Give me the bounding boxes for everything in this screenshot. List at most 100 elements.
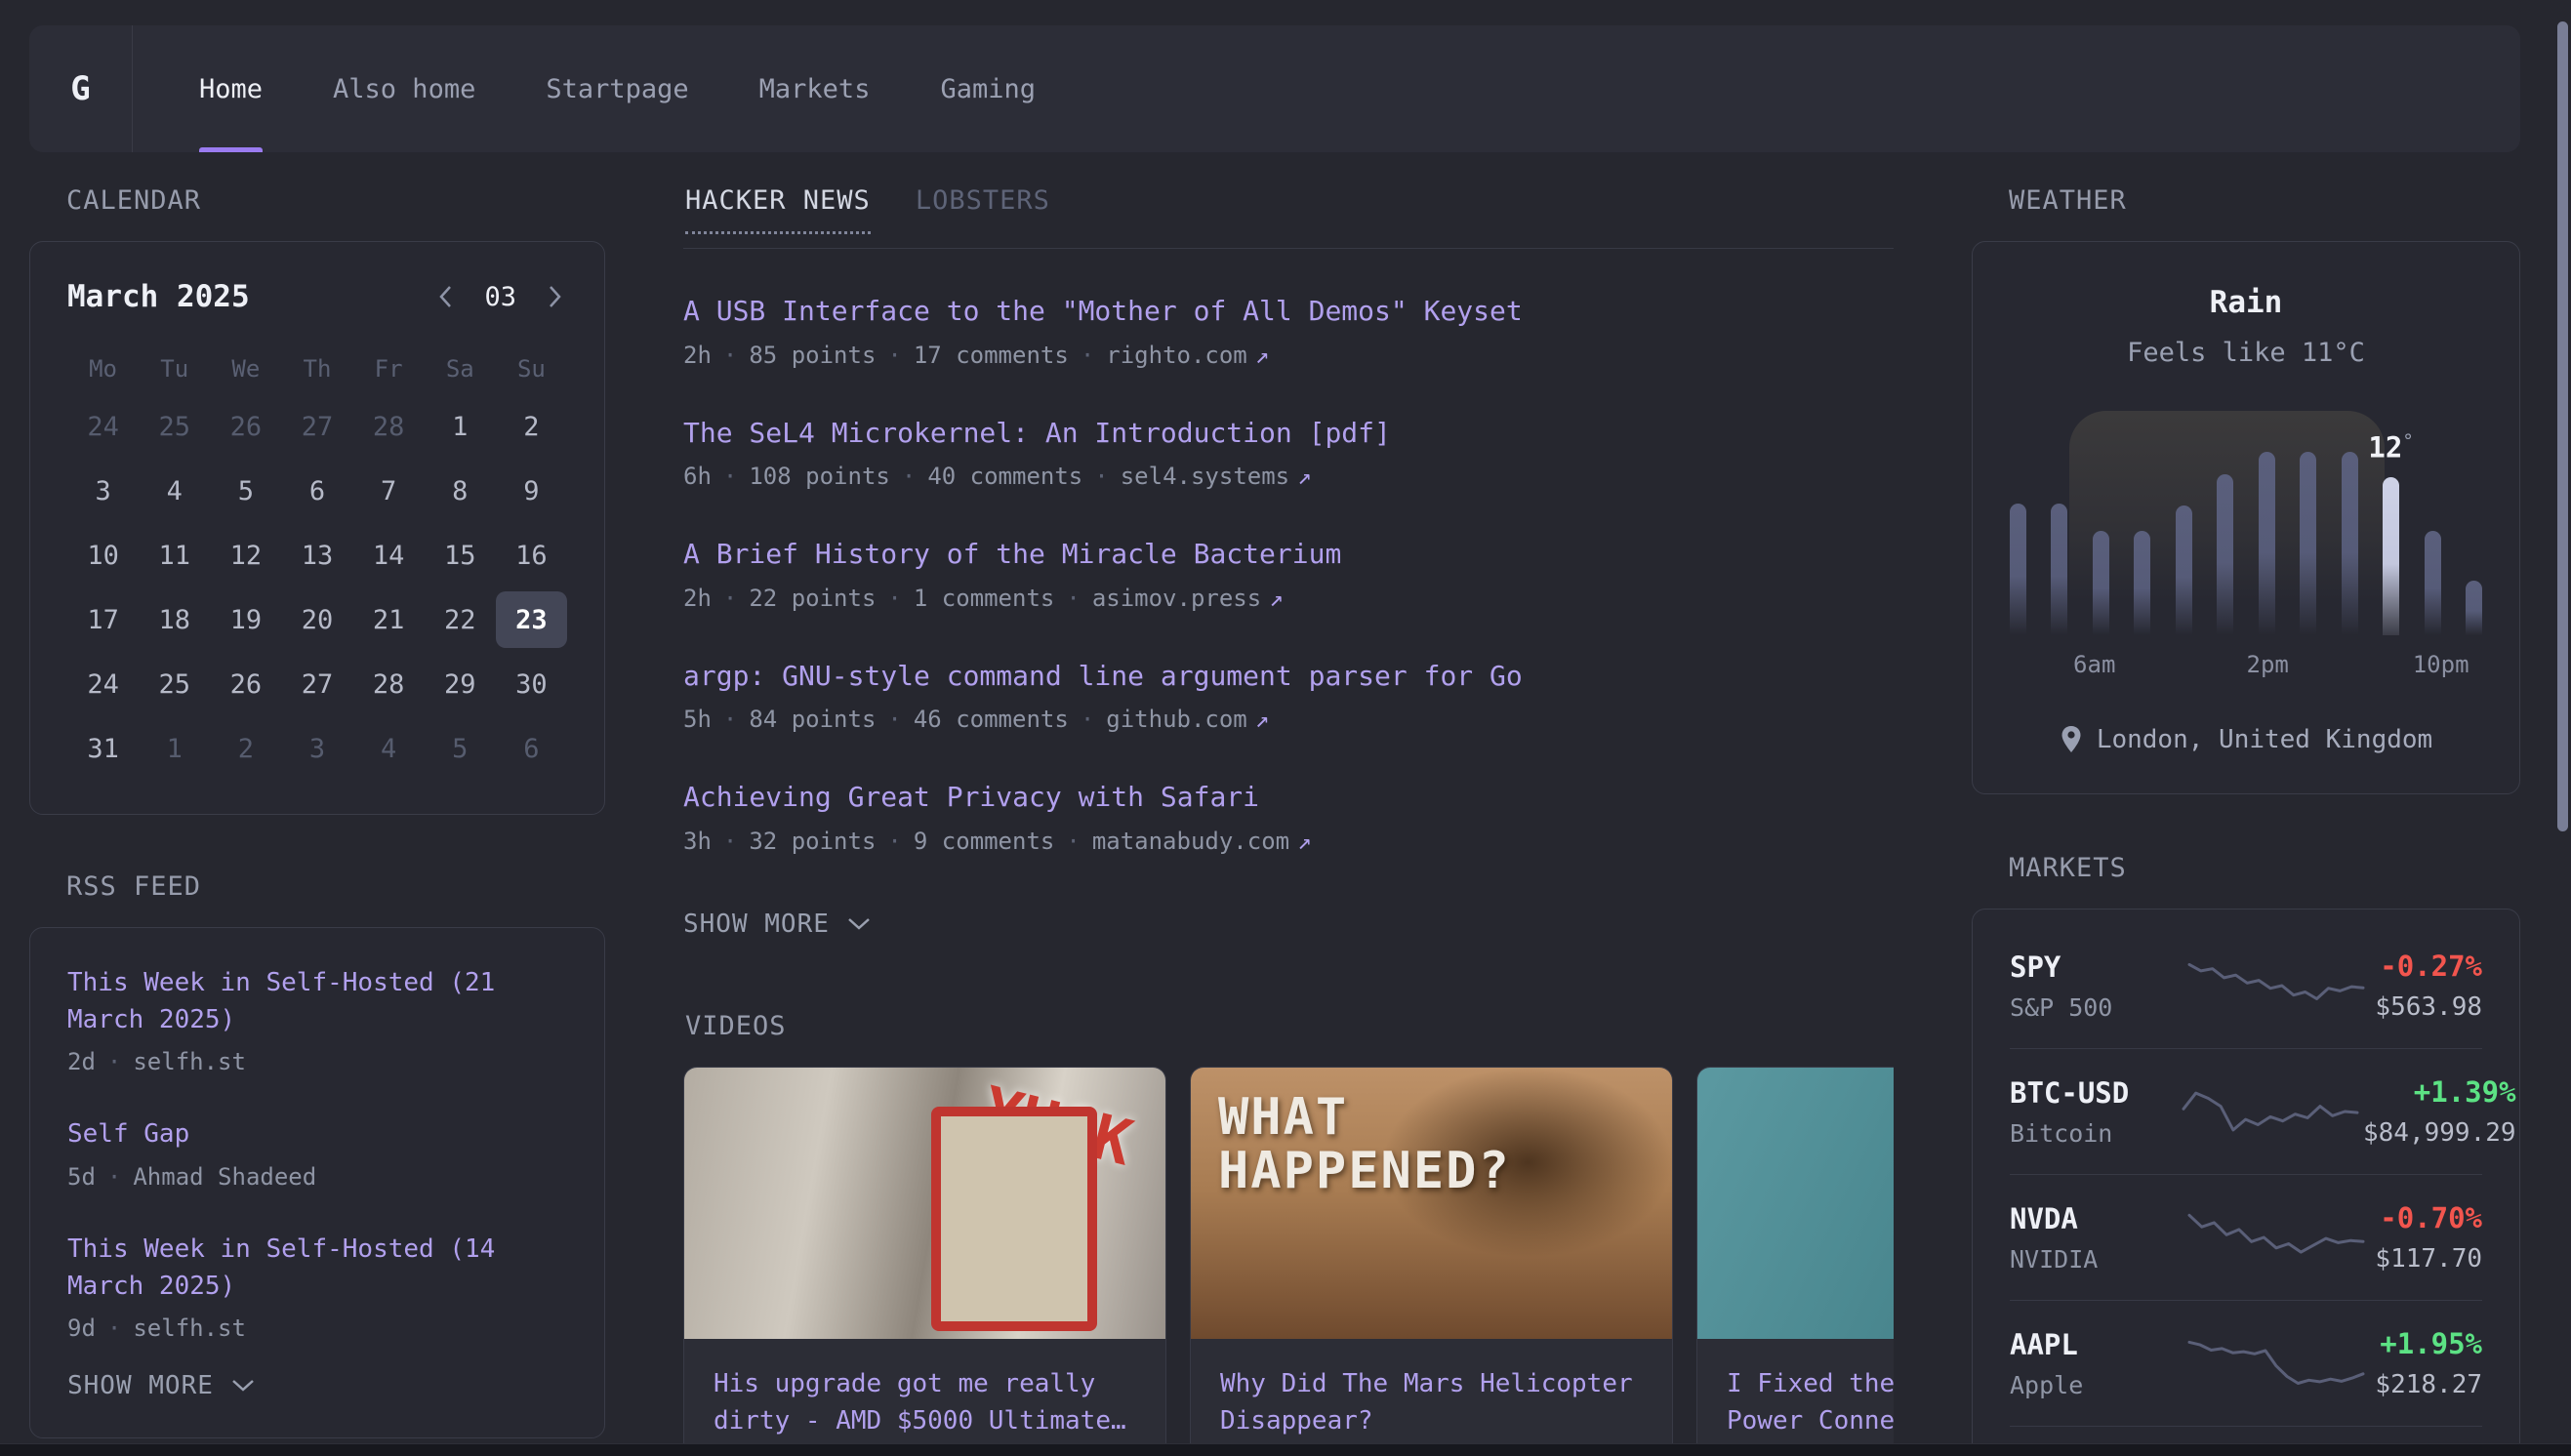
market-symbol: BTC-USD <box>2010 1076 2178 1110</box>
meta-part: selfh.st <box>133 1048 246 1075</box>
market-name: Apple <box>2010 1371 2178 1399</box>
calendar-day: 1 <box>425 398 496 455</box>
video-card[interactable]: DOTHTI Fixed the 5Power Connect3d·Linus … <box>1696 1067 1894 1456</box>
source-link[interactable]: righto.com↗ <box>1106 342 1269 369</box>
calendar-next-icon[interactable] <box>542 282 567 311</box>
market-values: +1.39%$84,999.29 <box>2363 1075 2516 1148</box>
meta-separator-dot: · <box>1066 585 1080 612</box>
middle-column: HACKER NEWS LOBSTERS A USB Interface to t… <box>683 185 1894 1456</box>
meta-part: 46 comments <box>914 706 1069 733</box>
source-link[interactable]: github.com↗ <box>1106 706 1269 733</box>
meta-separator-dot: · <box>107 1314 121 1342</box>
calendar-grid: MoTuWeThFrSaSu24252627281234567891011121… <box>67 347 567 777</box>
markets-card: SPYS&P 500-0.27%$563.98BTC-USDBitcoin+1.… <box>1972 909 2520 1456</box>
calendar-day: 25 <box>139 656 210 712</box>
rss-item: This Week in Self-Hosted (14 March 2025)… <box>67 1232 567 1342</box>
video-title[interactable]: His upgrade got me reallydirty - AMD $50… <box>714 1366 1136 1439</box>
nav-tab-also-home[interactable]: Also home <box>333 25 475 152</box>
news-tab-lobsters[interactable]: LOBSTERS <box>916 185 1050 234</box>
weather-bar <box>2300 452 2316 635</box>
nav-tab-gaming[interactable]: Gaming <box>940 25 1036 152</box>
news-item-title[interactable]: A USB Interface to the "Mother of All De… <box>683 292 1894 332</box>
market-change: -0.70% <box>2375 1201 2482 1234</box>
nav-tabs: Home Also home Startpage Markets Gaming <box>133 25 1036 152</box>
meta-part: 2h <box>683 342 712 369</box>
weather-location: London, United Kingdom <box>2097 725 2432 754</box>
calendar-day: 1 <box>139 720 210 777</box>
calendar-day: 24 <box>67 656 139 712</box>
meta-part: 1 comments <box>914 585 1055 612</box>
calendar-day: 3 <box>67 463 139 519</box>
market-row-btc-usd[interactable]: BTC-USDBitcoin+1.39%$84,999.29 <box>2010 1048 2482 1174</box>
calendar-day: 16 <box>496 527 567 584</box>
source-link[interactable]: asimov.press↗ <box>1092 585 1284 612</box>
nav-tab-startpage[interactable]: Startpage <box>546 25 688 152</box>
market-change: +1.39% <box>2363 1075 2516 1109</box>
video-card[interactable]: YUCK His upgrade got me reallydirty - AMD… <box>683 1067 1166 1456</box>
weather-hour-label: 10pm <box>2413 651 2469 678</box>
news-item: A Brief History of the Miracle Bacterium… <box>683 535 1894 612</box>
calendar-day: 13 <box>281 527 352 584</box>
meta-separator-dot: · <box>887 706 901 733</box>
market-row-aapl[interactable]: AAPLApple+1.95%$218.27 <box>2010 1300 2482 1426</box>
weather-condition: Rain <box>2008 285 2484 320</box>
weather-hour-label: 2pm <box>2246 651 2288 678</box>
news-show-more-button[interactable]: SHOW MORE <box>683 910 873 939</box>
item-meta: 9d·selfh.st <box>67 1314 567 1342</box>
rss-item-title[interactable]: This Week in Self-Hosted (14 March 2025) <box>67 1232 567 1305</box>
calendar-day: 30 <box>496 656 567 712</box>
external-link-icon: ↗ <box>1269 585 1283 612</box>
calendar-day: 27 <box>281 656 352 712</box>
market-id: SPYS&P 500 <box>2010 950 2178 1022</box>
weather-bar <box>2259 452 2275 635</box>
video-title[interactable]: Why Did The Mars HelicopterDisappear? <box>1220 1366 1643 1439</box>
market-id: BTC-USDBitcoin <box>2010 1076 2178 1148</box>
video-card[interactable]: WHAT HAPPENED?Why Did The Mars Helicopte… <box>1190 1067 1673 1456</box>
page-scrollbar-thumb[interactable] <box>2557 21 2568 831</box>
source-link[interactable]: sel4.systems↗ <box>1121 463 1312 490</box>
news-tab-hacker-news[interactable]: HACKER NEWS <box>685 185 871 234</box>
meta-part: 6h <box>683 463 712 490</box>
weather-bar-slot <box>2093 452 2109 635</box>
rss-show-more-button[interactable]: SHOW MORE <box>67 1371 257 1400</box>
market-values: -0.27%$563.98 <box>2375 950 2482 1022</box>
market-values: -0.70%$117.70 <box>2375 1201 2482 1274</box>
source-link[interactable]: matanabudy.com↗ <box>1092 828 1312 855</box>
calendar-day: 2 <box>210 720 281 777</box>
market-row-spy[interactable]: SPYS&P 500 -0.27%$563.98 <box>2010 923 2482 1048</box>
news-item-title[interactable]: argp: GNU-style command line argument pa… <box>683 657 1894 697</box>
weather-bar <box>2093 531 2109 635</box>
market-symbol: NVDA <box>2010 1202 2178 1235</box>
rss-list: This Week in Self-Hosted (21 March 2025)… <box>67 965 567 1342</box>
market-row-nvda[interactable]: NVDANVIDIA-0.70%$117.70 <box>2010 1174 2482 1300</box>
app-logo[interactable]: G <box>29 25 133 152</box>
news-item: Achieving Great Privacy with Safari3h·32… <box>683 778 1894 855</box>
nav-tab-home[interactable]: Home <box>199 25 263 152</box>
video-title[interactable]: I Fixed the 5Power Connect <box>1727 1366 1894 1439</box>
meta-separator-dot: · <box>723 463 737 490</box>
rss-item-title[interactable]: Self Gap <box>67 1116 567 1153</box>
meta-separator-dot: · <box>902 463 916 490</box>
nav-tab-markets[interactable]: Markets <box>759 25 871 152</box>
video-card-body: Why Did The Mars HelicopterDisappear?2d·… <box>1191 1339 1672 1456</box>
meta-part: 3h <box>683 828 712 855</box>
weather-bar-slot <box>2342 452 2358 635</box>
chevron-down-icon <box>229 1377 257 1395</box>
calendar-day: 15 <box>425 527 496 584</box>
market-sparkline <box>2178 1329 2375 1397</box>
news-item-title[interactable]: Achieving Great Privacy with Safari <box>683 778 1894 818</box>
news-item-title[interactable]: The SeL4 Microkernel: An Introduction [p… <box>683 414 1894 454</box>
weather-bar-slot <box>2010 452 2026 635</box>
calendar-prev-icon[interactable] <box>433 282 459 311</box>
rss-item-title[interactable]: This Week in Self-Hosted (21 March 2025) <box>67 965 567 1038</box>
video-thumbnail: YUCK <box>684 1068 1165 1339</box>
external-link-icon: ↗ <box>1255 706 1269 733</box>
calendar-day: 4 <box>353 720 425 777</box>
item-meta: 6h·108 points·40 comments·sel4.systems↗ <box>683 463 1894 490</box>
calendar-day-today: 23 <box>496 591 567 648</box>
rss-card: This Week in Self-Hosted (21 March 2025)… <box>29 927 605 1438</box>
videos-carousel: YUCK His upgrade got me reallydirty - AMD… <box>683 1067 1894 1456</box>
market-change: -0.27% <box>2375 950 2482 983</box>
news-item-title[interactable]: A Brief History of the Miracle Bacterium <box>683 535 1894 575</box>
calendar-day: 8 <box>425 463 496 519</box>
